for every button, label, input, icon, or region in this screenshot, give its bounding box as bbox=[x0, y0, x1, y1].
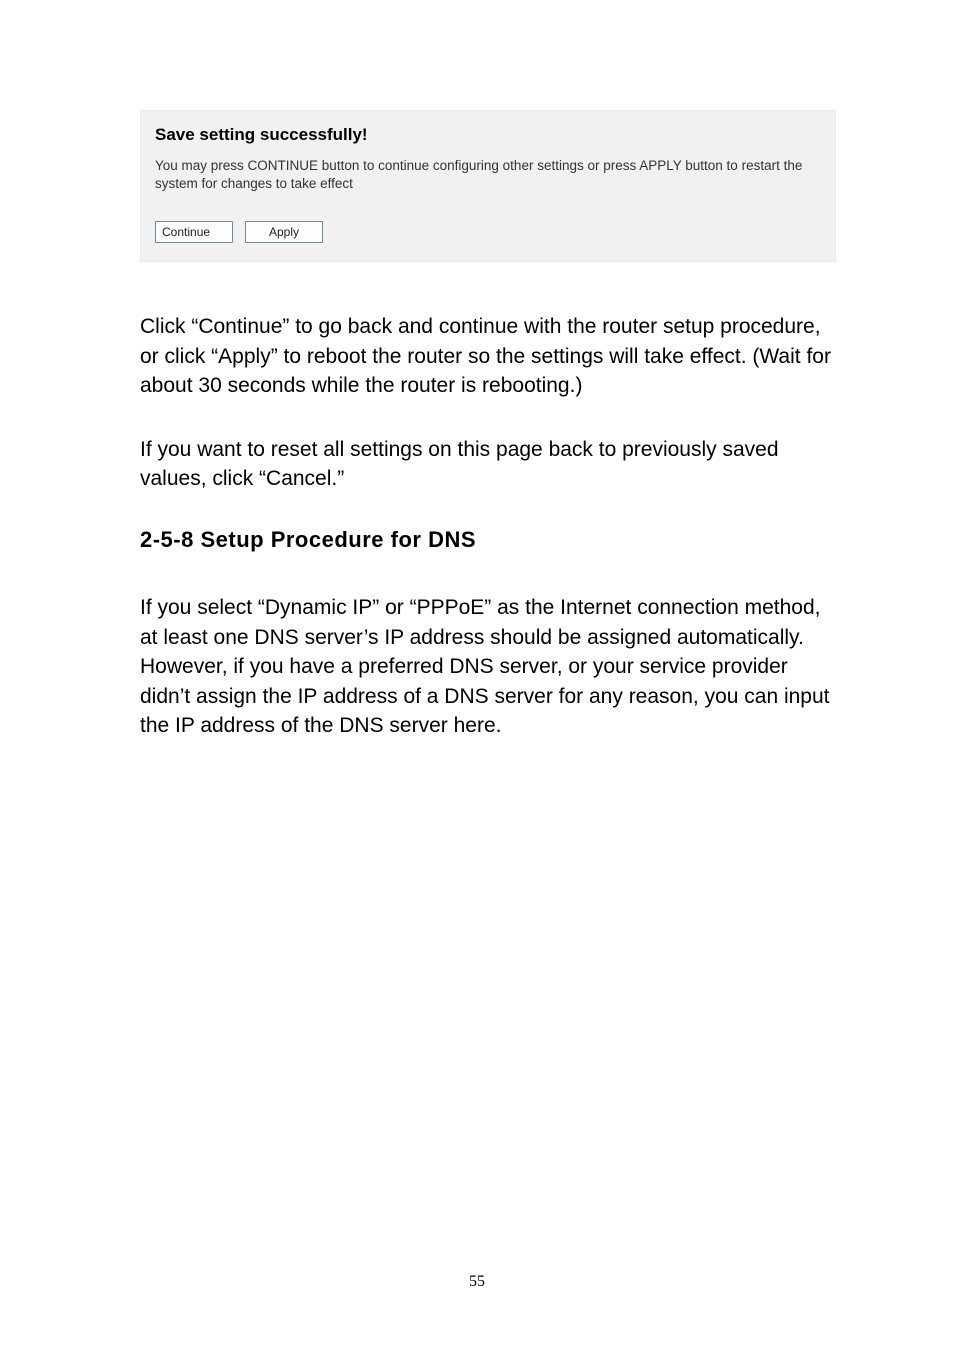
document-page: Save setting successfully! You may press… bbox=[0, 0, 954, 1351]
save-settings-panel: Save setting successfully! You may press… bbox=[140, 110, 836, 262]
panel-description: You may press CONTINUE button to continu… bbox=[155, 157, 821, 193]
section-body-dns: If you select “Dynamic IP” or “PPPoE” as… bbox=[140, 593, 836, 740]
apply-button[interactable]: Apply bbox=[245, 221, 323, 243]
instruction-paragraph-cancel: If you want to reset all settings on thi… bbox=[140, 435, 836, 494]
panel-button-row: Continue Apply bbox=[155, 221, 821, 243]
panel-title: Save setting successfully! bbox=[155, 125, 821, 145]
continue-button[interactable]: Continue bbox=[155, 221, 233, 243]
instruction-paragraph-continue-apply: Click “Continue” to go back and continue… bbox=[140, 312, 836, 400]
section-heading-dns: 2-5-8 Setup Procedure for DNS bbox=[140, 527, 836, 553]
page-number: 55 bbox=[0, 1273, 954, 1291]
